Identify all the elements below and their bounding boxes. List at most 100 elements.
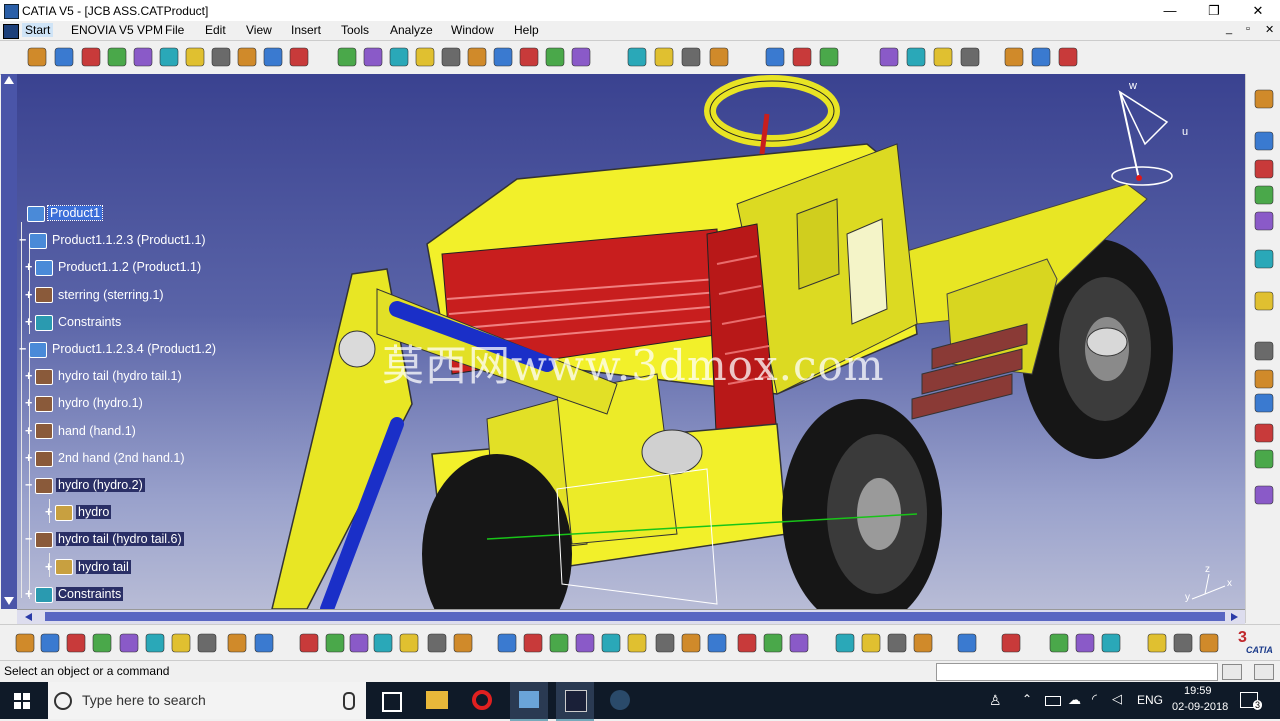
bottom-tool-icon[interactable] bbox=[145, 633, 165, 653]
tree-expander-icon[interactable]: − bbox=[19, 231, 29, 249]
bottom-tool-icon[interactable] bbox=[349, 633, 369, 653]
microphone-icon[interactable] bbox=[343, 692, 355, 710]
tree-node[interactable]: − hydro (hydro.2) bbox=[25, 476, 145, 494]
top-tool-icon[interactable] bbox=[337, 47, 357, 67]
bottom-tool-icon[interactable] bbox=[373, 633, 393, 653]
status-button-2[interactable] bbox=[1254, 664, 1274, 680]
bottom-tool-icon[interactable] bbox=[835, 633, 855, 653]
tree-node[interactable]: + Product1.1.2 (Product1.1) bbox=[25, 258, 203, 277]
bottom-tool-icon[interactable] bbox=[1075, 633, 1095, 653]
horizontal-scrollbar[interactable] bbox=[17, 609, 1245, 624]
tree-expander-icon[interactable]: − bbox=[19, 340, 29, 358]
top-tool-icon[interactable] bbox=[441, 47, 461, 67]
tree-expander-icon[interactable]: + bbox=[25, 422, 35, 440]
doc-minimize-button[interactable]: _ bbox=[1226, 23, 1232, 35]
bottom-tool-icon[interactable] bbox=[92, 633, 112, 653]
tree-expander-icon[interactable]: + bbox=[25, 449, 35, 467]
bottom-tool-icon[interactable] bbox=[325, 633, 345, 653]
command-input[interactable] bbox=[936, 663, 1218, 681]
top-tool-icon[interactable] bbox=[81, 47, 101, 67]
menu-analyze[interactable]: Analyze bbox=[390, 23, 433, 37]
people-icon[interactable]: ♙ bbox=[989, 692, 1002, 709]
bottom-tool-icon[interactable] bbox=[171, 633, 191, 653]
bottom-tool-icon[interactable] bbox=[399, 633, 419, 653]
bottom-tool-icon[interactable] bbox=[957, 633, 977, 653]
right-tool-icon[interactable] bbox=[1254, 369, 1274, 389]
top-tool-icon[interactable] bbox=[1004, 47, 1024, 67]
top-tool-icon[interactable] bbox=[27, 47, 47, 67]
bottom-tool-icon[interactable] bbox=[1101, 633, 1121, 653]
right-tool-icon[interactable] bbox=[1254, 249, 1274, 269]
bottom-tool-icon[interactable] bbox=[197, 633, 217, 653]
menu-window[interactable]: Window bbox=[451, 23, 494, 37]
bottom-tool-icon[interactable] bbox=[427, 633, 447, 653]
opera-icon[interactable] bbox=[472, 690, 492, 710]
top-tool-icon[interactable] bbox=[211, 47, 231, 67]
top-tool-icon[interactable] bbox=[133, 47, 153, 67]
bottom-tool-icon[interactable] bbox=[40, 633, 60, 653]
top-tool-icon[interactable] bbox=[571, 47, 591, 67]
bottom-tool-icon[interactable] bbox=[497, 633, 517, 653]
tree-node[interactable]: + sterring (sterring.1) bbox=[25, 286, 166, 304]
right-tool-icon[interactable] bbox=[1254, 341, 1274, 361]
scroll-left-icon[interactable] bbox=[25, 613, 32, 621]
top-tool-icon[interactable] bbox=[389, 47, 409, 67]
menu-edit[interactable]: Edit bbox=[205, 23, 226, 37]
bottom-tool-icon[interactable] bbox=[66, 633, 86, 653]
right-tool-icon[interactable] bbox=[1254, 211, 1274, 231]
top-tool-icon[interactable] bbox=[627, 47, 647, 67]
battery-icon[interactable] bbox=[1045, 696, 1061, 706]
top-tool-icon[interactable] bbox=[654, 47, 674, 67]
language-indicator[interactable]: ENG bbox=[1137, 693, 1163, 707]
status-button-1[interactable] bbox=[1222, 664, 1242, 680]
menu-help[interactable]: Help bbox=[514, 23, 539, 37]
top-tool-icon[interactable] bbox=[819, 47, 839, 67]
top-tool-icon[interactable] bbox=[237, 47, 257, 67]
taskbar-app-active[interactable] bbox=[510, 682, 548, 721]
menu-start[interactable]: Start bbox=[22, 23, 54, 37]
windows-start-icon[interactable] bbox=[14, 693, 30, 709]
tree-expander-icon[interactable]: + bbox=[25, 367, 35, 385]
bottom-tool-icon[interactable] bbox=[299, 633, 319, 653]
right-tool-icon[interactable] bbox=[1254, 159, 1274, 179]
top-tool-icon[interactable] bbox=[960, 47, 980, 67]
tree-expander-icon[interactable]: + bbox=[25, 585, 35, 603]
top-tool-icon[interactable] bbox=[415, 47, 435, 67]
tree-expander-icon[interactable]: + bbox=[45, 558, 55, 576]
tree-node[interactable]: − Product1.1.2.3 (Product1.1) bbox=[19, 231, 208, 249]
bottom-tool-icon[interactable] bbox=[763, 633, 783, 653]
bottom-tool-icon[interactable] bbox=[655, 633, 675, 653]
menu-view[interactable]: View bbox=[246, 23, 272, 37]
right-tool-icon[interactable] bbox=[1254, 131, 1274, 151]
tree-expander-icon[interactable]: − bbox=[25, 476, 35, 494]
scroll-thumb[interactable] bbox=[45, 612, 1225, 621]
tree-expander-icon[interactable]: − bbox=[25, 530, 35, 548]
top-tool-icon[interactable] bbox=[493, 47, 513, 67]
top-tool-icon[interactable] bbox=[185, 47, 205, 67]
tree-node[interactable]: + Constraints bbox=[25, 313, 123, 331]
close-button[interactable]: ✕ bbox=[1236, 0, 1280, 21]
top-tool-icon[interactable] bbox=[1058, 47, 1078, 67]
menu-insert[interactable]: Insert bbox=[291, 23, 321, 37]
3d-viewport[interactable]: w u z y x 莫西网www.3dmox.com Product1− Prod… bbox=[17, 74, 1245, 609]
clock-date[interactable]: 02-09-2018 bbox=[1172, 701, 1228, 713]
doc-restore-button[interactable]: ▫ bbox=[1246, 23, 1250, 35]
tree-node[interactable]: + hydro bbox=[45, 503, 112, 521]
task-view-icon[interactable] bbox=[382, 692, 402, 712]
top-tool-icon[interactable] bbox=[363, 47, 383, 67]
top-tool-icon[interactable] bbox=[107, 47, 127, 67]
tree-node[interactable]: − Product1.1.2.3.4 (Product1.2) bbox=[19, 340, 218, 358]
wifi-icon[interactable]: ◜ bbox=[1092, 691, 1097, 707]
right-tool-icon[interactable] bbox=[1254, 393, 1274, 413]
tree-expander-icon[interactable]: + bbox=[25, 258, 35, 276]
scroll-right-icon[interactable] bbox=[1231, 613, 1238, 621]
bottom-tool-icon[interactable] bbox=[227, 633, 247, 653]
catia-taskbar-icon[interactable] bbox=[556, 682, 594, 721]
top-tool-icon[interactable] bbox=[54, 47, 74, 67]
top-tool-icon[interactable] bbox=[263, 47, 283, 67]
taskbar-search[interactable]: Type here to search bbox=[48, 682, 366, 719]
bottom-tool-icon[interactable] bbox=[254, 633, 274, 653]
top-tool-icon[interactable] bbox=[545, 47, 565, 67]
bottom-tool-icon[interactable] bbox=[119, 633, 139, 653]
vertical-scrollbar[interactable] bbox=[1, 74, 17, 609]
